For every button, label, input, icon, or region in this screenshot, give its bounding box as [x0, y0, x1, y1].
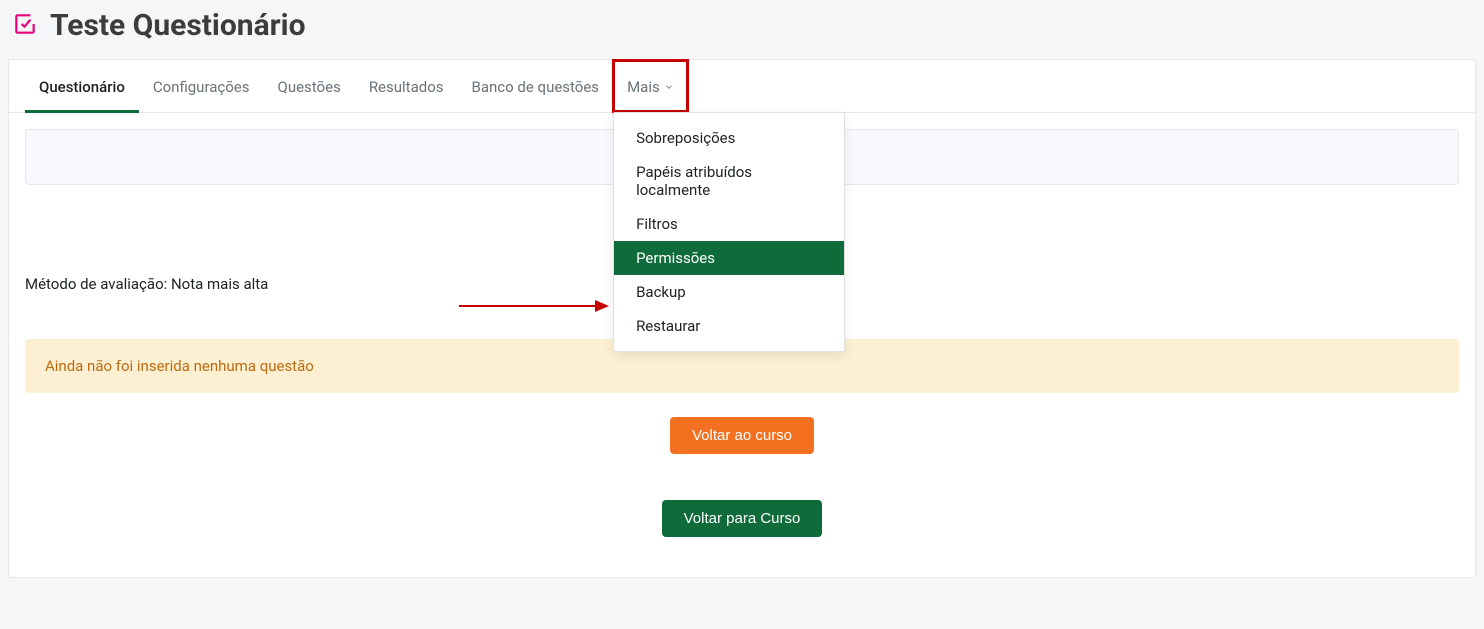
button-row-1: Voltar ao curso	[25, 417, 1459, 454]
tab-bar: Questionário Configurações Questões Resu…	[9, 60, 1475, 113]
dropdown-item-sobreposicoes[interactable]: Sobreposições	[614, 121, 844, 155]
tab-mais[interactable]: Mais	[613, 60, 688, 112]
tab-label: Questões	[278, 78, 341, 96]
page-title: Teste Questionário	[50, 8, 306, 43]
voltar-para-curso-button[interactable]: Voltar para Curso	[662, 500, 823, 537]
dropdown-item-permissoes[interactable]: Permissões	[614, 241, 844, 275]
tab-label: Questionário	[39, 78, 125, 96]
tab-label: Resultados	[369, 78, 444, 96]
dropdown-item-backup[interactable]: Backup	[614, 275, 844, 309]
tab-more-wrapper: Mais Sobreposições Papéis atribuídos loc…	[613, 60, 688, 112]
annotation-arrow	[459, 296, 609, 320]
dropdown-item-filtros[interactable]: Filtros	[614, 207, 844, 241]
button-row-2: Voltar para Curso	[25, 500, 1459, 537]
more-dropdown-menu: Sobreposições Papéis atribuídos localmen…	[613, 112, 845, 352]
dropdown-item-restaurar[interactable]: Restaurar	[614, 309, 844, 343]
main-card: Questionário Configurações Questões Resu…	[8, 59, 1476, 578]
page-header: Teste Questionário	[8, 0, 1476, 59]
tab-banco-de-questoes[interactable]: Banco de questões	[458, 60, 614, 112]
tab-configuracoes[interactable]: Configurações	[139, 60, 264, 112]
tab-questoes[interactable]: Questões	[264, 60, 355, 112]
chevron-down-icon	[664, 78, 674, 96]
tab-label: Configurações	[153, 78, 250, 96]
quiz-checkbox-icon	[12, 11, 38, 41]
tab-resultados[interactable]: Resultados	[355, 60, 458, 112]
tab-label: Banco de questões	[472, 78, 600, 96]
dropdown-item-papeis-locais[interactable]: Papéis atribuídos localmente	[614, 155, 844, 207]
voltar-ao-curso-button[interactable]: Voltar ao curso	[670, 417, 814, 454]
tab-questionario[interactable]: Questionário	[25, 60, 139, 112]
tab-label: Mais	[627, 78, 660, 96]
